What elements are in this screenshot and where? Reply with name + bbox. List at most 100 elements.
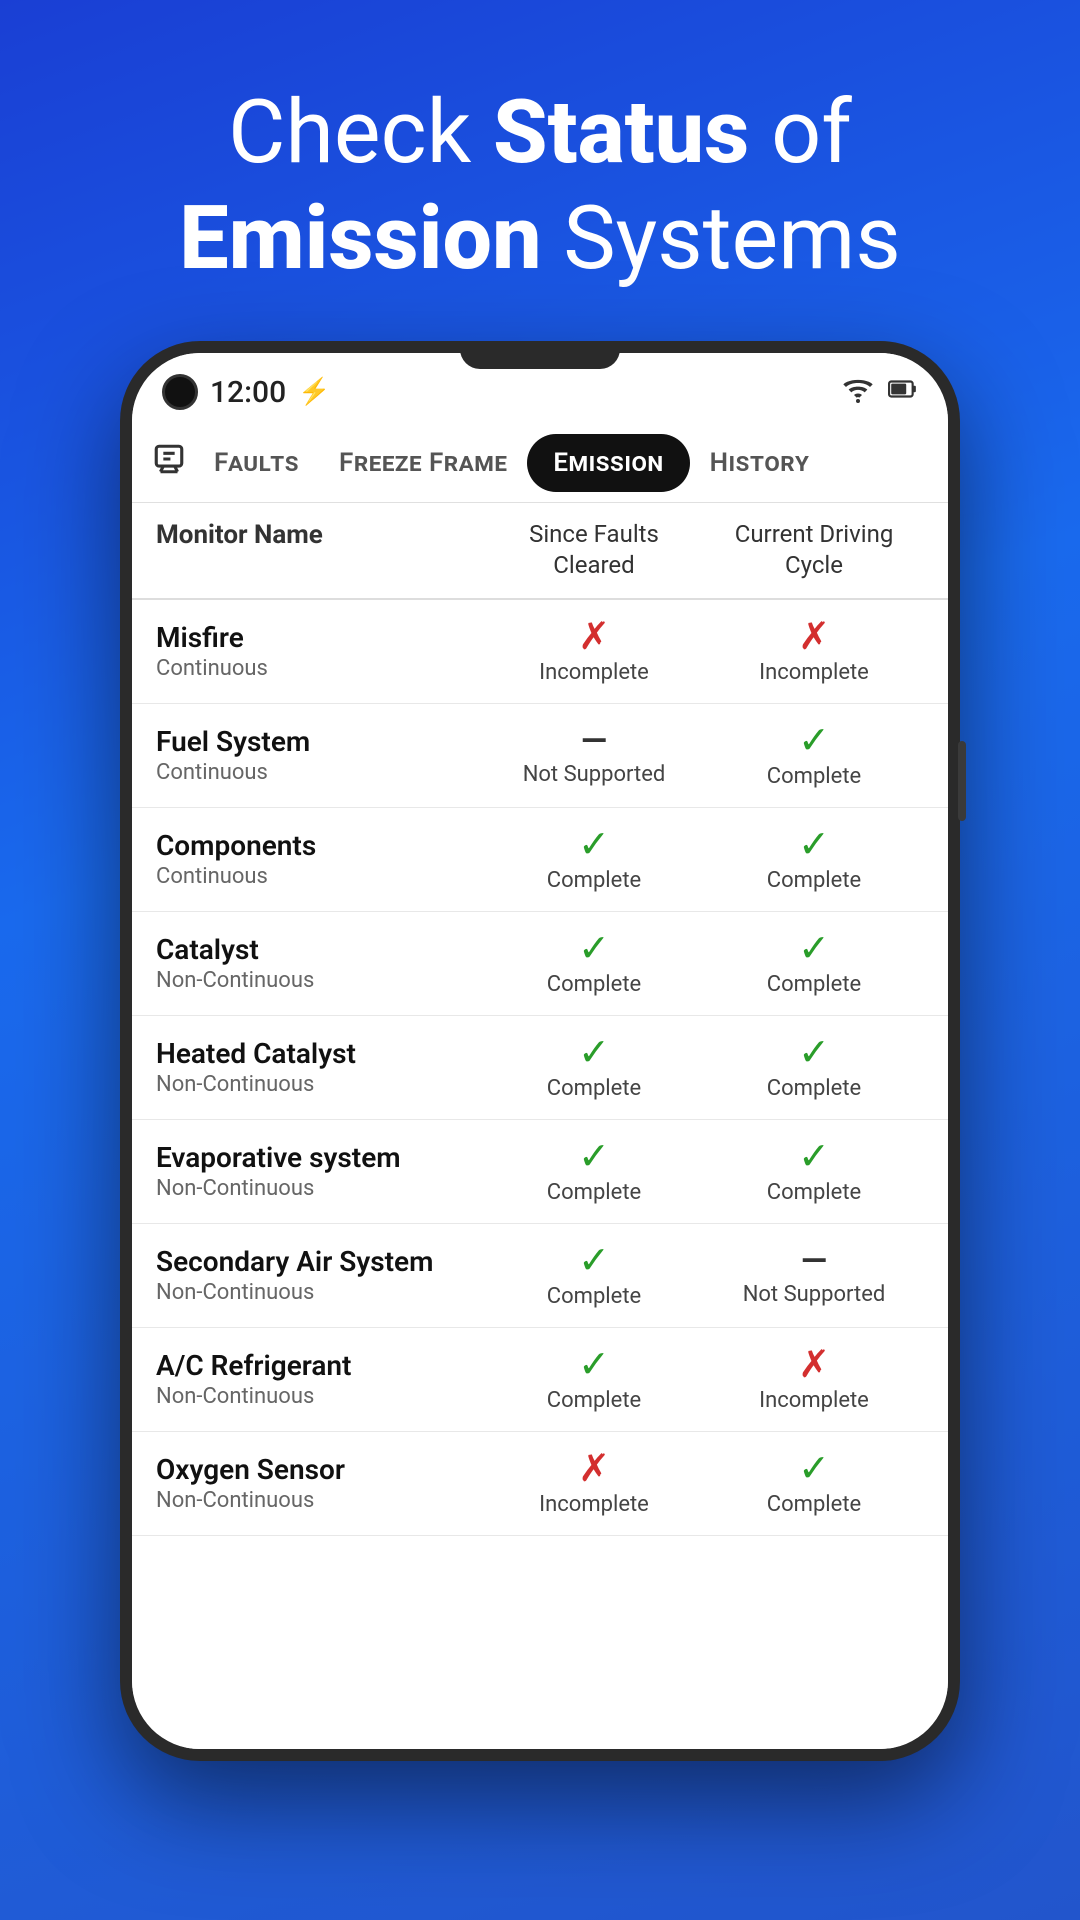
col-monitor-name: Monitor Name xyxy=(156,519,484,581)
since-status-label: Incomplete xyxy=(539,660,649,685)
hero-bold1: Status xyxy=(493,81,749,184)
current-status-label: Complete xyxy=(767,1180,861,1205)
current-status-cell: ✓ Complete xyxy=(704,1034,924,1101)
camera-icon xyxy=(162,374,198,410)
current-status-label: Not Supported xyxy=(743,1282,886,1307)
table-row: Evaporative system Non-Continuous ✓ Comp… xyxy=(132,1120,948,1224)
current-status-cell: ✓ Complete xyxy=(704,826,924,893)
monitor-info: A/C Refrigerant Non-Continuous xyxy=(156,1349,484,1409)
since-status-label: Complete xyxy=(547,972,641,997)
monitor-type: Non-Continuous xyxy=(156,1176,484,1201)
tab-history[interactable]: History xyxy=(690,430,830,496)
battery-icon xyxy=(888,375,918,410)
since-status-cell: ✗ Incomplete xyxy=(484,618,704,685)
tab-emission[interactable]: Emission xyxy=(527,434,689,492)
hero-section: Check Status ofEmission Systems xyxy=(0,0,1080,341)
since-status-icon: ✓ xyxy=(578,930,610,968)
current-status-icon: ✓ xyxy=(798,722,830,760)
table-row: A/C Refrigerant Non-Continuous ✓ Complet… xyxy=(132,1328,948,1432)
monitor-type: Non-Continuous xyxy=(156,1280,484,1305)
current-status-label: Incomplete xyxy=(759,660,869,685)
current-status-icon: ✓ xyxy=(798,1034,830,1072)
monitor-name: Oxygen Sensor xyxy=(156,1453,484,1486)
since-status-icon: ✗ xyxy=(578,1450,610,1488)
table-row: Heated Catalyst Non-Continuous ✓ Complet… xyxy=(132,1016,948,1120)
current-status-cell: ✓ Complete xyxy=(704,1450,924,1517)
phone-notch xyxy=(460,341,620,369)
tab-faults[interactable]: Faults xyxy=(194,430,319,496)
since-status-cell: ✓ Complete xyxy=(484,826,704,893)
since-status-cell: ✓ Complete xyxy=(484,1138,704,1205)
table-row: Components Continuous ✓ Complete ✓ Compl… xyxy=(132,808,948,912)
status-time: 12:00 xyxy=(210,375,286,410)
since-status-cell: ✓ Complete xyxy=(484,1242,704,1309)
phone-screen: 12:00 ⚡ xyxy=(132,353,948,1749)
current-status-cell: — Not Supported xyxy=(704,1244,924,1307)
table-header: Monitor Name Since FaultsCleared Current… xyxy=(132,503,948,599)
since-status-cell: — Not Supported xyxy=(484,724,704,787)
since-status-icon: — xyxy=(581,724,607,758)
monitor-type: Non-Continuous xyxy=(156,968,484,993)
hero-bold2: Emission xyxy=(179,187,541,290)
status-left: 12:00 ⚡ xyxy=(162,374,331,410)
since-status-label: Incomplete xyxy=(539,1492,649,1517)
since-status-label: Complete xyxy=(547,868,641,893)
current-status-cell: ✓ Complete xyxy=(704,722,924,789)
since-status-label: Complete xyxy=(547,1076,641,1101)
monitor-name: Heated Catalyst xyxy=(156,1037,484,1070)
since-status-icon: ✓ xyxy=(578,1346,610,1384)
monitor-info: Evaporative system Non-Continuous xyxy=(156,1141,484,1201)
current-status-icon: ✗ xyxy=(798,618,830,656)
current-status-cell: ✗ Incomplete xyxy=(704,1346,924,1413)
nav-obd-icon xyxy=(152,442,186,484)
current-status-icon: ✓ xyxy=(798,930,830,968)
hero-line1: Check Status ofEmission Systems xyxy=(179,81,901,290)
table-row: Misfire Continuous ✗ Incomplete ✗ Incomp… xyxy=(132,600,948,704)
phone-side-button xyxy=(958,741,966,821)
col-current-cycle: Current DrivingCycle xyxy=(704,519,924,581)
monitor-info: Fuel System Continuous xyxy=(156,725,484,785)
since-status-label: Complete xyxy=(547,1388,641,1413)
current-status-icon: ✓ xyxy=(798,1138,830,1176)
since-status-label: Not Supported xyxy=(523,762,666,787)
current-status-label: Incomplete xyxy=(759,1388,869,1413)
monitor-name: A/C Refrigerant xyxy=(156,1349,484,1382)
current-status-cell: ✓ Complete xyxy=(704,1138,924,1205)
current-status-label: Complete xyxy=(767,1076,861,1101)
flash-icon: ⚡ xyxy=(298,377,330,407)
since-status-label: Complete xyxy=(547,1180,641,1205)
table-rows: Misfire Continuous ✗ Incomplete ✗ Incomp… xyxy=(132,600,948,1536)
monitor-name: Components xyxy=(156,829,484,862)
tab-freeze-frame[interactable]: Freeze Frame xyxy=(319,430,527,496)
navigation-tabs: Faults Freeze Frame Emission History xyxy=(132,423,948,503)
table-row: Secondary Air System Non-Continuous ✓ Co… xyxy=(132,1224,948,1328)
monitor-info: Catalyst Non-Continuous xyxy=(156,933,484,993)
table-row: Oxygen Sensor Non-Continuous ✗ Incomplet… xyxy=(132,1432,948,1536)
current-status-label: Complete xyxy=(767,868,861,893)
since-status-cell: ✓ Complete xyxy=(484,1034,704,1101)
table-row: Fuel System Continuous — Not Supported ✓… xyxy=(132,704,948,808)
monitor-info: Misfire Continuous xyxy=(156,621,484,681)
current-status-icon: — xyxy=(801,1244,827,1278)
monitor-type: Non-Continuous xyxy=(156,1384,484,1409)
since-status-icon: ✓ xyxy=(578,1242,610,1280)
monitor-type: Non-Continuous xyxy=(156,1488,484,1513)
current-status-cell: ✗ Incomplete xyxy=(704,618,924,685)
since-status-icon: ✓ xyxy=(578,826,610,864)
monitor-name: Fuel System xyxy=(156,725,484,758)
wifi-icon xyxy=(842,375,874,410)
monitor-name: Misfire xyxy=(156,621,484,654)
current-status-label: Complete xyxy=(767,1492,861,1517)
emission-table: Monitor Name Since FaultsCleared Current… xyxy=(132,503,948,1749)
current-status-icon: ✗ xyxy=(798,1346,830,1384)
monitor-info: Oxygen Sensor Non-Continuous xyxy=(156,1453,484,1513)
current-status-label: Complete xyxy=(767,972,861,997)
monitor-name: Catalyst xyxy=(156,933,484,966)
since-status-cell: ✗ Incomplete xyxy=(484,1450,704,1517)
current-status-cell: ✓ Complete xyxy=(704,930,924,997)
table-row: Catalyst Non-Continuous ✓ Complete ✓ Com… xyxy=(132,912,948,1016)
monitor-type: Continuous xyxy=(156,864,484,889)
current-status-icon: ✓ xyxy=(798,826,830,864)
monitor-name: Secondary Air System xyxy=(156,1245,484,1278)
monitor-type: Continuous xyxy=(156,656,484,681)
